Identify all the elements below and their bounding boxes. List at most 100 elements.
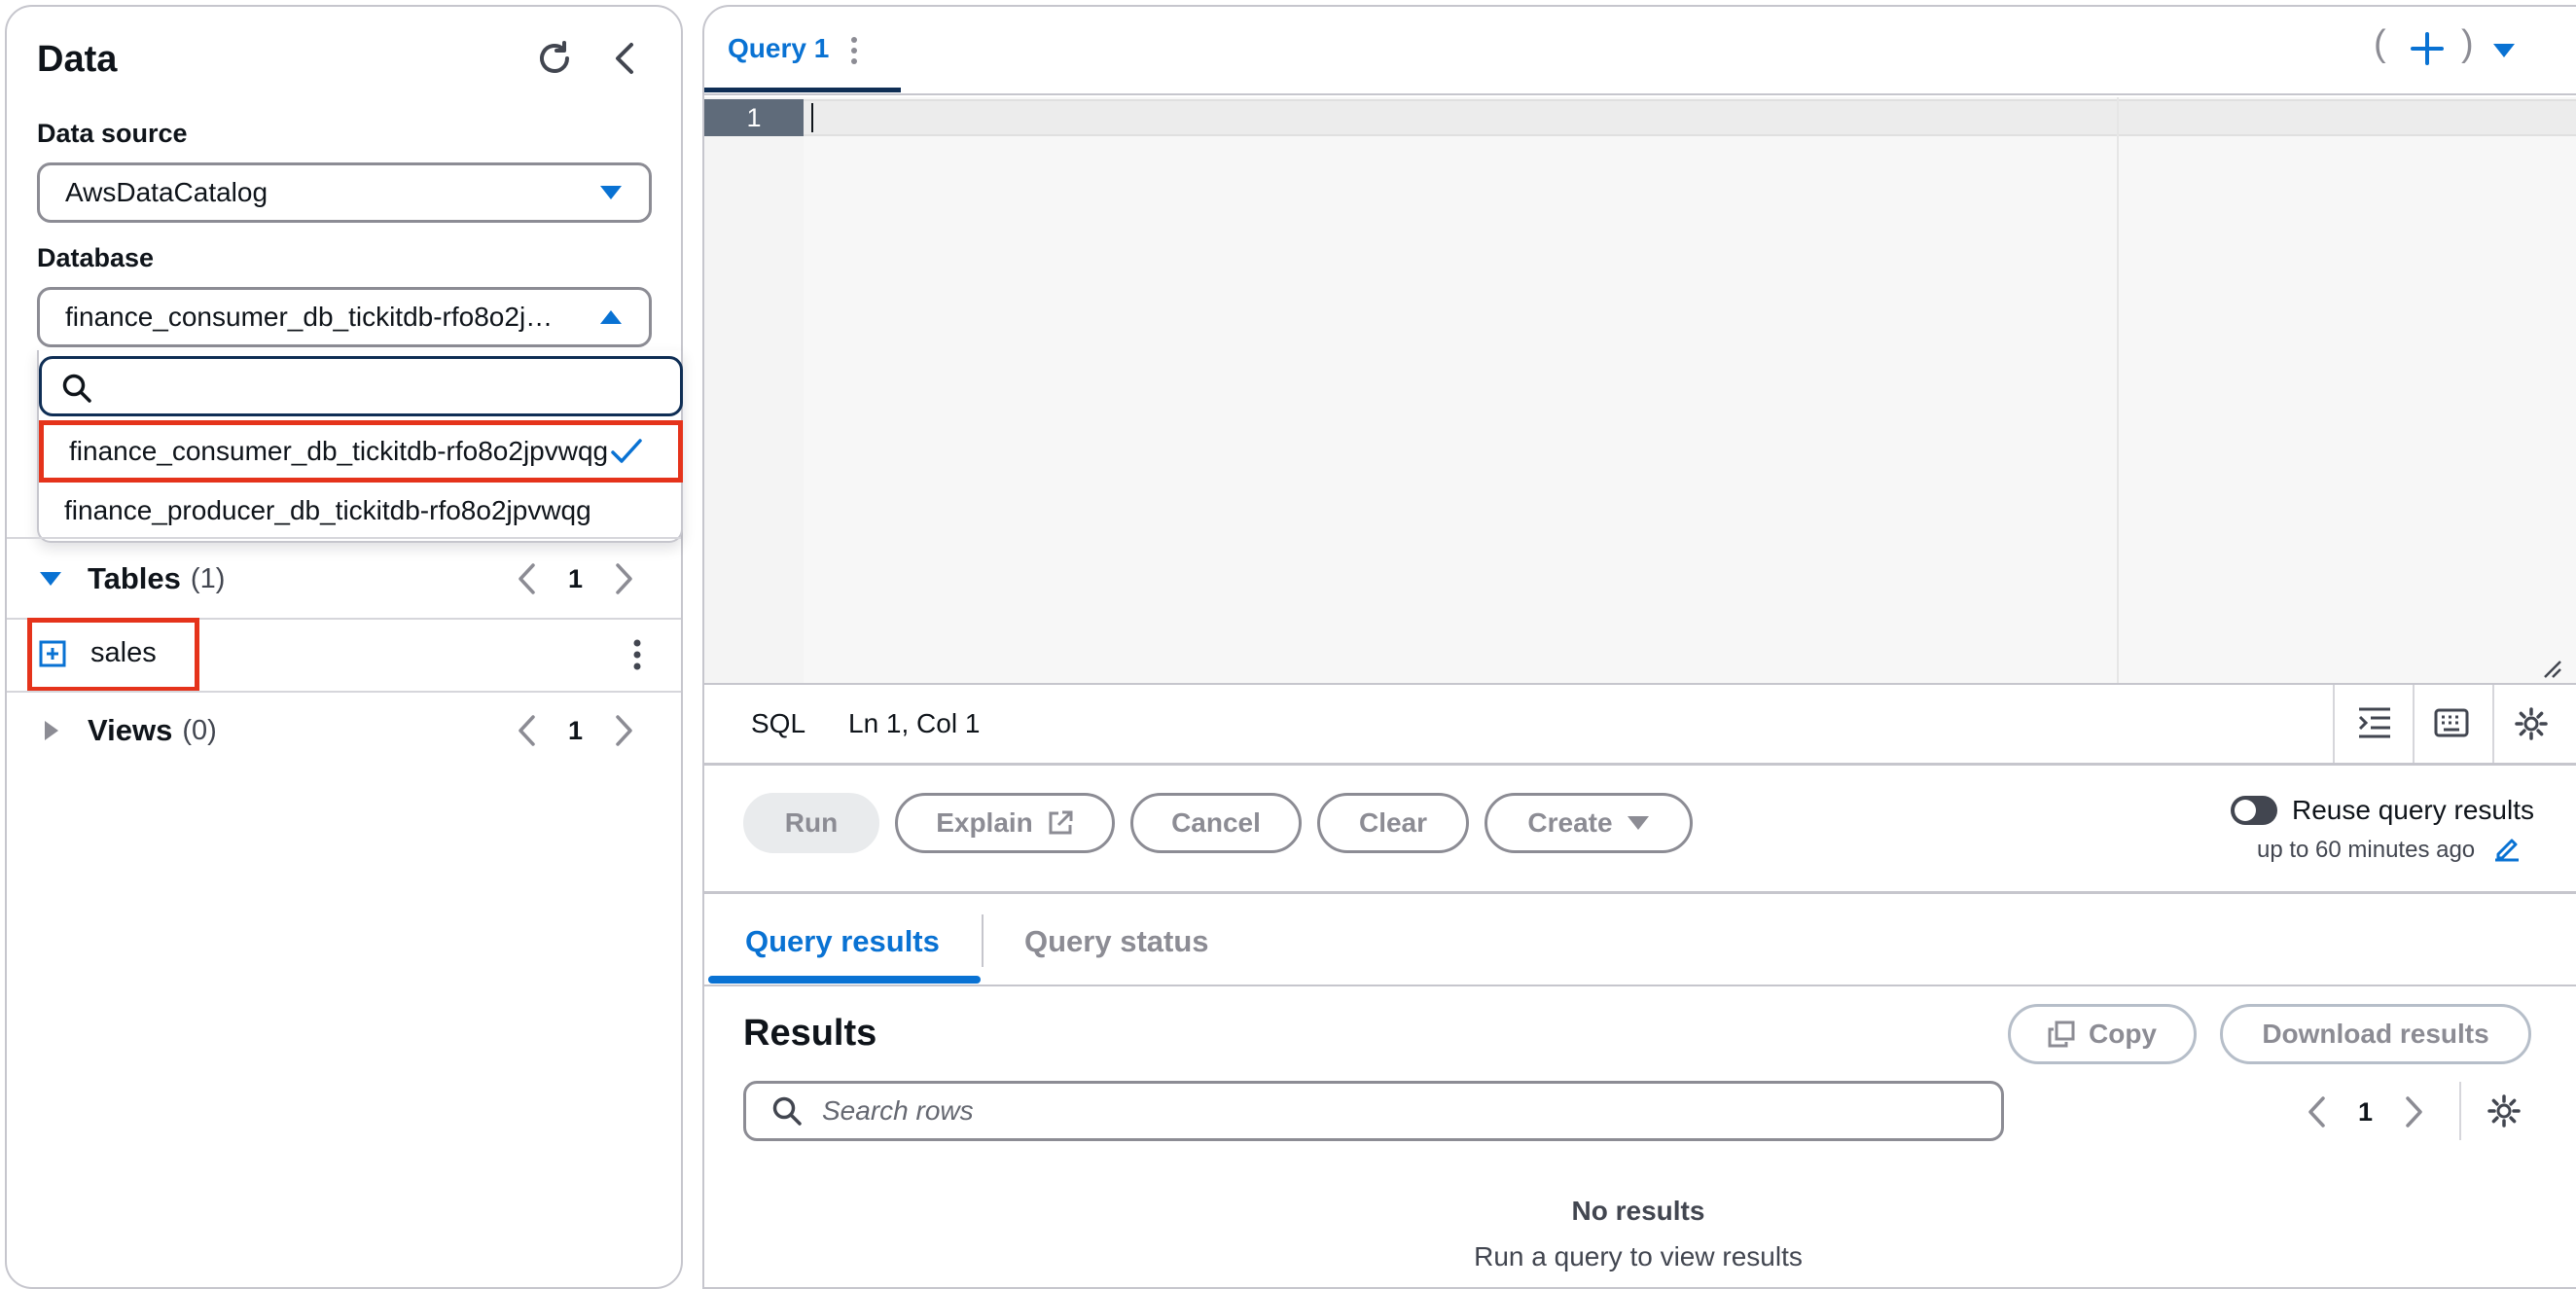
download-label: Download results [2262, 1019, 2489, 1049]
reuse-results-toggle[interactable] [2231, 796, 2277, 825]
checkmark-icon [610, 437, 643, 466]
tab-query-1[interactable]: Query 1 [728, 33, 829, 64]
views-section-header[interactable]: Views (0) [39, 709, 217, 752]
next-page-icon[interactable] [612, 562, 635, 595]
results-page-number[interactable]: 1 [2358, 1097, 2373, 1128]
tab-options-icon[interactable] [848, 35, 860, 66]
line-gutter [704, 97, 804, 683]
cancel-button[interactable]: Cancel [1130, 793, 1302, 853]
divider [982, 914, 984, 967]
table-item-sales[interactable]: sales [90, 637, 157, 669]
more-options-icon[interactable] [627, 637, 647, 672]
resize-handle-icon[interactable] [2537, 654, 2562, 679]
database-option-label: finance_producer_db_tickitdb-rfo8o2jpvwq… [64, 495, 591, 525]
caret-down-icon [1627, 813, 1650, 833]
download-results-button[interactable]: Download results [2220, 1004, 2531, 1064]
database-search-input[interactable] [39, 356, 683, 416]
collapse-panel-icon[interactable] [608, 41, 643, 76]
results-title: Results [743, 1013, 877, 1054]
copy-label: Copy [2089, 1019, 2157, 1049]
paren-close: ) [2461, 23, 2474, 64]
settings-gear-icon[interactable] [2514, 706, 2549, 741]
divider [704, 891, 2576, 894]
add-tab-icon[interactable] [2410, 31, 2445, 66]
refresh-icon[interactable] [535, 39, 574, 78]
prev-page-icon[interactable] [2306, 1095, 2329, 1128]
empty-state-subtitle: Run a query to view results [1474, 1241, 1803, 1271]
tables-pagination: 1 [516, 557, 635, 600]
search-rows-placeholder: Search rows [822, 1095, 974, 1126]
run-label: Run [784, 807, 839, 838]
reuse-results-sub: up to 60 minutes ago [2257, 837, 2476, 863]
results-pagination: 1 [2306, 1092, 2425, 1132]
caret-up-icon [598, 307, 624, 327]
prev-page-icon[interactable] [516, 562, 539, 595]
tables-label: Tables [88, 561, 181, 595]
clear-button[interactable]: Clear [1317, 793, 1469, 853]
search-rows-input[interactable]: Search rows [743, 1081, 2004, 1141]
divider [704, 763, 2576, 766]
views-page-number[interactable]: 1 [568, 716, 583, 746]
data-source-select[interactable]: AwsDataCatalog [37, 162, 652, 223]
collapsed-caret-icon [39, 719, 62, 742]
tables-page-number[interactable]: 1 [568, 564, 583, 594]
sql-code-editor[interactable] [804, 97, 2576, 683]
language-indicator: SQL [751, 708, 806, 738]
tables-count: (1) [190, 562, 226, 594]
divider [704, 683, 2576, 685]
reuse-results-label: Reuse query results [2292, 795, 2535, 825]
database-value: finance_consumer_db_tickitdb-rfo8o2j… [65, 302, 554, 332]
empty-state-title: No results [1571, 1196, 1705, 1226]
divider [2333, 685, 2335, 763]
external-link-icon [1047, 809, 1074, 837]
divider [704, 985, 2576, 986]
database-option-consumer[interactable]: finance_consumer_db_tickitdb-rfo8o2jpvwq… [39, 420, 683, 483]
divider [2492, 685, 2494, 763]
divider [2413, 685, 2415, 763]
database-option-producer[interactable]: finance_producer_db_tickitdb-rfo8o2jpvwq… [39, 483, 683, 539]
views-pagination: 1 [516, 709, 635, 752]
active-line[interactable] [804, 99, 2576, 136]
line-number: 1 [704, 99, 804, 136]
cancel-label: Cancel [1171, 807, 1261, 838]
next-page-icon[interactable] [612, 714, 635, 747]
print-margin [2117, 97, 2119, 683]
clear-label: Clear [1358, 807, 1428, 838]
expand-table-icon[interactable] [39, 640, 66, 667]
run-button[interactable]: Run [743, 793, 879, 853]
database-label: Database [37, 243, 155, 272]
views-label: Views [88, 713, 173, 747]
database-select[interactable]: finance_consumer_db_tickitdb-rfo8o2j… [37, 287, 652, 347]
copy-icon [2048, 1020, 2075, 1048]
preferences-gear-icon[interactable] [2487, 1093, 2522, 1128]
divider [2459, 1082, 2461, 1140]
keyboard-icon[interactable] [2434, 708, 2469, 737]
next-page-icon[interactable] [2402, 1095, 2425, 1128]
cursor-position: Ln 1, Col 1 [848, 708, 981, 738]
active-tab-indicator [704, 88, 901, 92]
data-panel-title: Data [37, 39, 118, 80]
divider [7, 537, 681, 539]
copy-button[interactable]: Copy [2008, 1004, 2197, 1064]
data-source-label: Data source [37, 119, 188, 148]
search-icon [771, 1095, 803, 1127]
edit-pencil-icon[interactable] [2492, 833, 2522, 862]
divider [704, 93, 2576, 95]
tables-section-header[interactable]: Tables (1) [39, 557, 225, 600]
create-button[interactable]: Create [1485, 793, 1693, 853]
expanded-caret-icon [39, 569, 62, 589]
active-results-tab-indicator [708, 976, 981, 984]
tab-query-status[interactable]: Query status [1024, 924, 1209, 959]
divider [7, 691, 681, 693]
data-source-value: AwsDataCatalog [65, 177, 268, 207]
create-label: Create [1527, 807, 1613, 838]
views-count: (0) [182, 714, 217, 746]
explain-button[interactable]: Explain [895, 793, 1115, 853]
tab-query-results[interactable]: Query results [745, 924, 940, 959]
format-query-icon[interactable] [2357, 706, 2392, 739]
search-icon [61, 373, 92, 404]
explain-label: Explain [936, 807, 1033, 838]
prev-page-icon[interactable] [516, 714, 539, 747]
tab-menu-caret-icon[interactable] [2492, 41, 2516, 60]
database-option-label: finance_consumer_db_tickitdb-rfo8o2jpvwq… [69, 436, 609, 466]
